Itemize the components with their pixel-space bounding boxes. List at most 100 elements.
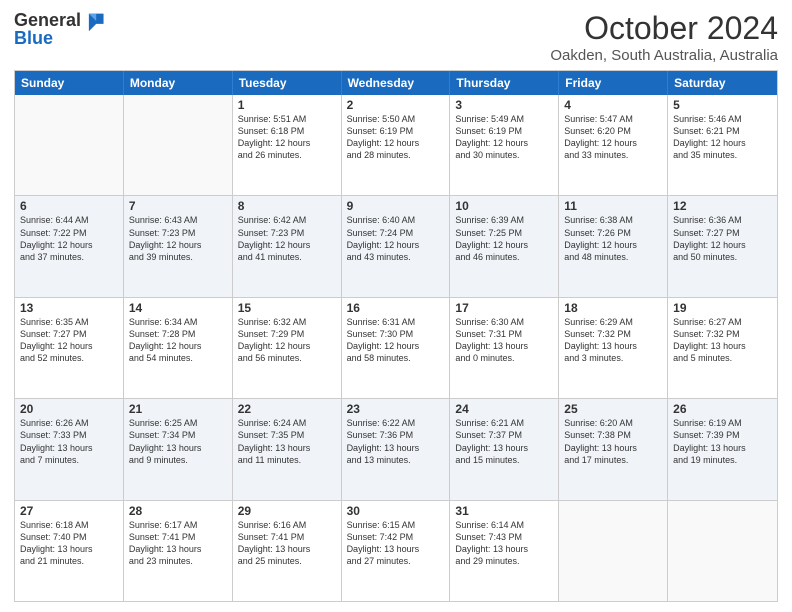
day-number: 13 — [20, 301, 118, 315]
day-number: 6 — [20, 199, 118, 213]
day-info: Sunrise: 5:49 AM Sunset: 6:19 PM Dayligh… — [455, 113, 553, 162]
day-header-wednesday: Wednesday — [342, 71, 451, 95]
day-cell-18: 18Sunrise: 6:29 AM Sunset: 7:32 PM Dayli… — [559, 298, 668, 398]
week-row-1: 1Sunrise: 5:51 AM Sunset: 6:18 PM Daylig… — [15, 95, 777, 195]
day-info: Sunrise: 6:17 AM Sunset: 7:41 PM Dayligh… — [129, 519, 227, 568]
day-cell-27: 27Sunrise: 6:18 AM Sunset: 7:40 PM Dayli… — [15, 501, 124, 601]
day-cell-8: 8Sunrise: 6:42 AM Sunset: 7:23 PM Daylig… — [233, 196, 342, 296]
day-number: 19 — [673, 301, 772, 315]
day-cell-29: 29Sunrise: 6:16 AM Sunset: 7:41 PM Dayli… — [233, 501, 342, 601]
week-row-3: 13Sunrise: 6:35 AM Sunset: 7:27 PM Dayli… — [15, 297, 777, 398]
day-header-saturday: Saturday — [668, 71, 777, 95]
day-cell-20: 20Sunrise: 6:26 AM Sunset: 7:33 PM Dayli… — [15, 399, 124, 499]
day-header-monday: Monday — [124, 71, 233, 95]
day-info: Sunrise: 6:19 AM Sunset: 7:39 PM Dayligh… — [673, 417, 772, 466]
calendar-header: SundayMondayTuesdayWednesdayThursdayFrid… — [15, 71, 777, 95]
day-number: 10 — [455, 199, 553, 213]
day-info: Sunrise: 6:40 AM Sunset: 7:24 PM Dayligh… — [347, 214, 445, 263]
day-cell-5: 5Sunrise: 5:46 AM Sunset: 6:21 PM Daylig… — [668, 95, 777, 195]
day-info: Sunrise: 6:39 AM Sunset: 7:25 PM Dayligh… — [455, 214, 553, 263]
day-info: Sunrise: 6:24 AM Sunset: 7:35 PM Dayligh… — [238, 417, 336, 466]
day-info: Sunrise: 6:20 AM Sunset: 7:38 PM Dayligh… — [564, 417, 662, 466]
day-number: 25 — [564, 402, 662, 416]
day-number: 30 — [347, 504, 445, 518]
header: General Blue October 2024 Oakden, South … — [14, 10, 778, 64]
day-cell-19: 19Sunrise: 6:27 AM Sunset: 7:32 PM Dayli… — [668, 298, 777, 398]
empty-cell — [559, 501, 668, 601]
week-row-2: 6Sunrise: 6:44 AM Sunset: 7:22 PM Daylig… — [15, 195, 777, 296]
calendar-body: 1Sunrise: 5:51 AM Sunset: 6:18 PM Daylig… — [15, 95, 777, 601]
title-area: October 2024 Oakden, South Australia, Au… — [550, 10, 778, 64]
day-cell-22: 22Sunrise: 6:24 AM Sunset: 7:35 PM Dayli… — [233, 399, 342, 499]
day-info: Sunrise: 6:44 AM Sunset: 7:22 PM Dayligh… — [20, 214, 118, 263]
day-cell-13: 13Sunrise: 6:35 AM Sunset: 7:27 PM Dayli… — [15, 298, 124, 398]
day-header-tuesday: Tuesday — [233, 71, 342, 95]
day-number: 31 — [455, 504, 553, 518]
day-number: 5 — [673, 98, 772, 112]
day-number: 27 — [20, 504, 118, 518]
day-cell-24: 24Sunrise: 6:21 AM Sunset: 7:37 PM Dayli… — [450, 399, 559, 499]
day-number: 22 — [238, 402, 336, 416]
day-number: 17 — [455, 301, 553, 315]
week-row-4: 20Sunrise: 6:26 AM Sunset: 7:33 PM Dayli… — [15, 398, 777, 499]
page: General Blue October 2024 Oakden, South … — [0, 0, 792, 612]
day-number: 1 — [238, 98, 336, 112]
week-row-5: 27Sunrise: 6:18 AM Sunset: 7:40 PM Dayli… — [15, 500, 777, 601]
day-info: Sunrise: 6:29 AM Sunset: 7:32 PM Dayligh… — [564, 316, 662, 365]
day-number: 3 — [455, 98, 553, 112]
day-number: 24 — [455, 402, 553, 416]
day-cell-4: 4Sunrise: 5:47 AM Sunset: 6:20 PM Daylig… — [559, 95, 668, 195]
day-number: 8 — [238, 199, 336, 213]
day-info: Sunrise: 6:25 AM Sunset: 7:34 PM Dayligh… — [129, 417, 227, 466]
day-info: Sunrise: 6:34 AM Sunset: 7:28 PM Dayligh… — [129, 316, 227, 365]
day-number: 4 — [564, 98, 662, 112]
day-cell-15: 15Sunrise: 6:32 AM Sunset: 7:29 PM Dayli… — [233, 298, 342, 398]
day-number: 28 — [129, 504, 227, 518]
day-info: Sunrise: 6:32 AM Sunset: 7:29 PM Dayligh… — [238, 316, 336, 365]
day-info: Sunrise: 6:14 AM Sunset: 7:43 PM Dayligh… — [455, 519, 553, 568]
day-info: Sunrise: 6:18 AM Sunset: 7:40 PM Dayligh… — [20, 519, 118, 568]
day-cell-14: 14Sunrise: 6:34 AM Sunset: 7:28 PM Dayli… — [124, 298, 233, 398]
day-number: 7 — [129, 199, 227, 213]
day-header-thursday: Thursday — [450, 71, 559, 95]
empty-cell — [15, 95, 124, 195]
empty-cell — [124, 95, 233, 195]
day-cell-6: 6Sunrise: 6:44 AM Sunset: 7:22 PM Daylig… — [15, 196, 124, 296]
day-info: Sunrise: 5:50 AM Sunset: 6:19 PM Dayligh… — [347, 113, 445, 162]
day-number: 26 — [673, 402, 772, 416]
day-cell-26: 26Sunrise: 6:19 AM Sunset: 7:39 PM Dayli… — [668, 399, 777, 499]
day-cell-17: 17Sunrise: 6:30 AM Sunset: 7:31 PM Dayli… — [450, 298, 559, 398]
day-number: 21 — [129, 402, 227, 416]
day-cell-7: 7Sunrise: 6:43 AM Sunset: 7:23 PM Daylig… — [124, 196, 233, 296]
day-cell-10: 10Sunrise: 6:39 AM Sunset: 7:25 PM Dayli… — [450, 196, 559, 296]
day-number: 20 — [20, 402, 118, 416]
day-number: 2 — [347, 98, 445, 112]
logo: General Blue — [14, 10, 105, 49]
day-number: 16 — [347, 301, 445, 315]
logo-icon — [83, 10, 105, 32]
month-title: October 2024 — [550, 10, 778, 47]
day-header-friday: Friday — [559, 71, 668, 95]
day-cell-21: 21Sunrise: 6:25 AM Sunset: 7:34 PM Dayli… — [124, 399, 233, 499]
day-info: Sunrise: 6:16 AM Sunset: 7:41 PM Dayligh… — [238, 519, 336, 568]
day-info: Sunrise: 6:38 AM Sunset: 7:26 PM Dayligh… — [564, 214, 662, 263]
day-cell-11: 11Sunrise: 6:38 AM Sunset: 7:26 PM Dayli… — [559, 196, 668, 296]
day-cell-1: 1Sunrise: 5:51 AM Sunset: 6:18 PM Daylig… — [233, 95, 342, 195]
day-header-sunday: Sunday — [15, 71, 124, 95]
day-number: 11 — [564, 199, 662, 213]
day-info: Sunrise: 6:36 AM Sunset: 7:27 PM Dayligh… — [673, 214, 772, 263]
day-info: Sunrise: 6:42 AM Sunset: 7:23 PM Dayligh… — [238, 214, 336, 263]
day-cell-16: 16Sunrise: 6:31 AM Sunset: 7:30 PM Dayli… — [342, 298, 451, 398]
day-info: Sunrise: 5:47 AM Sunset: 6:20 PM Dayligh… — [564, 113, 662, 162]
day-number: 18 — [564, 301, 662, 315]
day-info: Sunrise: 5:51 AM Sunset: 6:18 PM Dayligh… — [238, 113, 336, 162]
day-number: 14 — [129, 301, 227, 315]
day-cell-12: 12Sunrise: 6:36 AM Sunset: 7:27 PM Dayli… — [668, 196, 777, 296]
day-number: 23 — [347, 402, 445, 416]
day-cell-30: 30Sunrise: 6:15 AM Sunset: 7:42 PM Dayli… — [342, 501, 451, 601]
day-cell-25: 25Sunrise: 6:20 AM Sunset: 7:38 PM Dayli… — [559, 399, 668, 499]
day-cell-9: 9Sunrise: 6:40 AM Sunset: 7:24 PM Daylig… — [342, 196, 451, 296]
day-number: 29 — [238, 504, 336, 518]
day-number: 15 — [238, 301, 336, 315]
day-info: Sunrise: 6:15 AM Sunset: 7:42 PM Dayligh… — [347, 519, 445, 568]
